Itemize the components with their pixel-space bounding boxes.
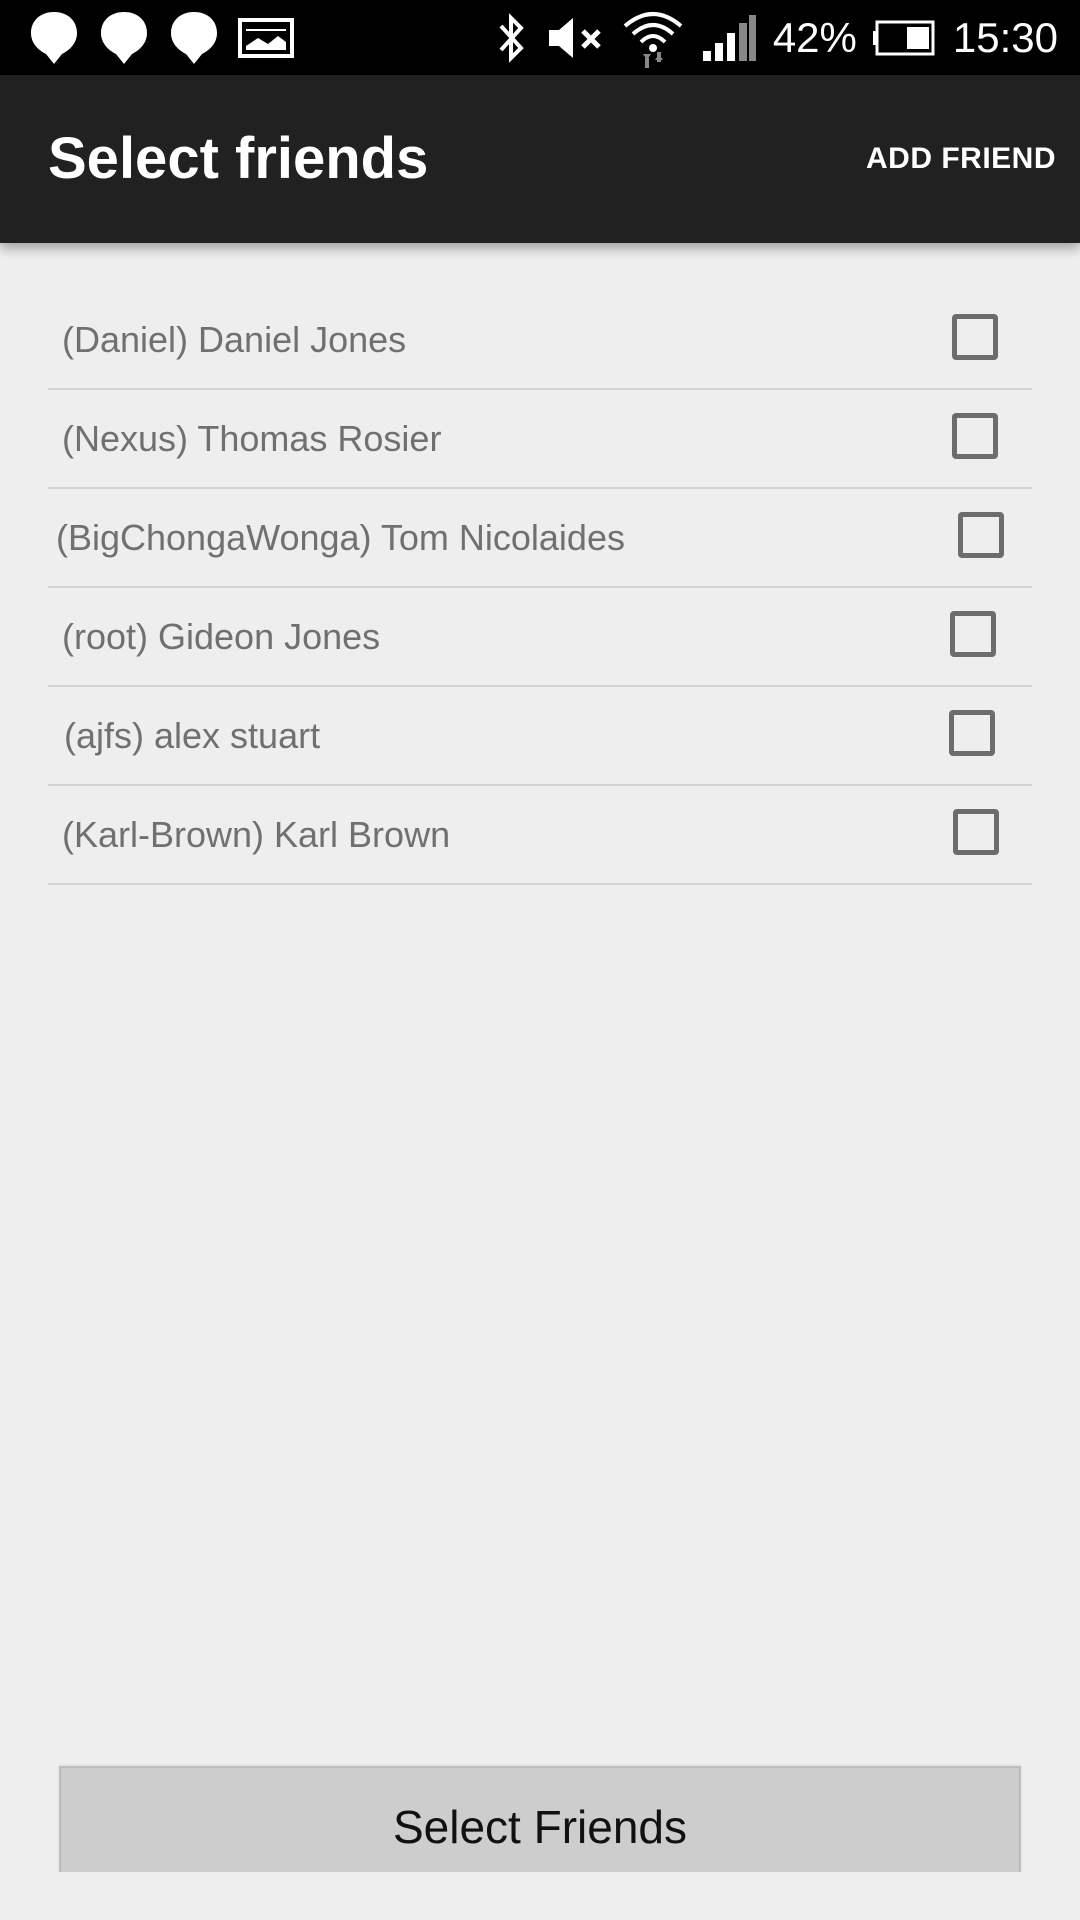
friend-checkbox[interactable] <box>952 413 998 459</box>
list-item[interactable]: (Karl-Brown) Karl Brown <box>48 786 1032 885</box>
friend-checkbox[interactable] <box>949 710 995 756</box>
friend-checkbox[interactable] <box>952 314 998 360</box>
battery-percent: 42% <box>772 13 857 61</box>
status-bar: 42% 15:30 <box>0 0 1080 75</box>
signal-icon <box>702 14 756 61</box>
page-title: Select friends <box>48 126 429 191</box>
select-friends-button[interactable]: Select Friends <box>59 1766 1021 1872</box>
battery-icon <box>872 20 935 55</box>
list-item[interactable]: (Nexus) Thomas Rosier <box>48 390 1032 489</box>
friend-label: (Karl-Brown) Karl Brown <box>62 814 451 855</box>
friend-label: (Daniel) Daniel Jones <box>62 319 407 360</box>
bluetooth-icon <box>499 12 524 63</box>
volume-muted-icon <box>548 17 601 58</box>
friend-label: (Nexus) Thomas Rosier <box>62 418 442 459</box>
list-item[interactable]: (Daniel) Daniel Jones <box>48 291 1032 390</box>
system-icons: 42% 15:30 <box>495 0 1058 75</box>
friend-label: (BigChongaWonga) Tom Nicolaides <box>56 517 625 558</box>
app-bar: Select friends ADD FRIEND <box>0 75 1080 243</box>
friends-list: (Daniel) Daniel Jones (Nexus) Thomas Ros… <box>48 291 1032 885</box>
add-friend-button[interactable]: ADD FRIEND <box>866 75 1056 243</box>
notification-icons <box>28 12 294 64</box>
list-item[interactable]: (root) Gideon Jones <box>48 588 1032 687</box>
wifi-icon <box>623 11 683 68</box>
image-icon <box>238 18 294 58</box>
friend-checkbox[interactable] <box>950 611 996 657</box>
location-pin-icon <box>101 12 147 64</box>
friend-checkbox[interactable] <box>958 512 1004 558</box>
list-item[interactable]: (BigChongaWonga) Tom Nicolaides <box>48 489 1032 588</box>
friend-checkbox[interactable] <box>953 809 999 855</box>
location-pin-icon <box>31 12 77 64</box>
location-pin-icon <box>171 12 217 64</box>
list-item[interactable]: (ajfs) alex stuart <box>48 687 1032 786</box>
clock: 15:30 <box>952 13 1058 61</box>
friend-label: (ajfs) alex stuart <box>64 715 321 756</box>
friend-label: (root) Gideon Jones <box>62 616 381 657</box>
